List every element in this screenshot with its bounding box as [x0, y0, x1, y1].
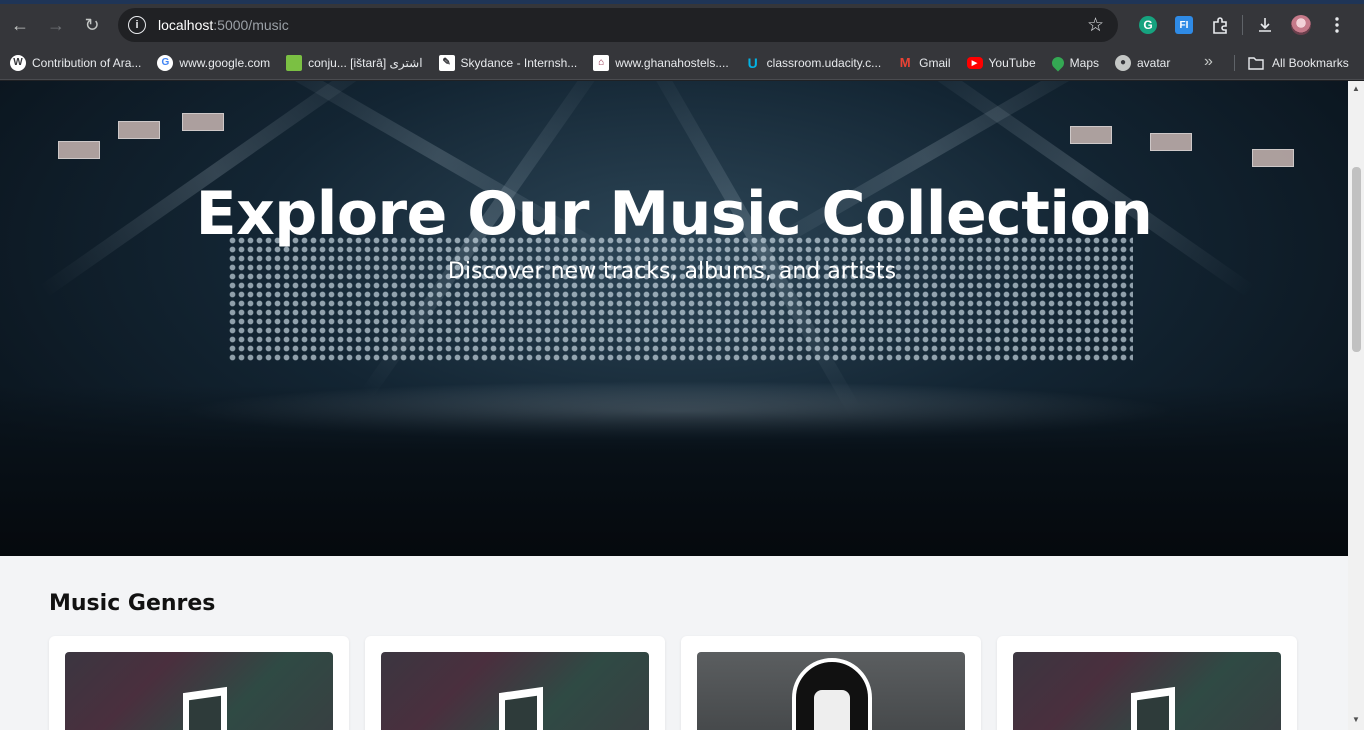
- bookmark-label: avatar: [1137, 55, 1171, 70]
- back-button[interactable]: ←: [2, 7, 38, 43]
- forward-button[interactable]: →: [38, 7, 74, 43]
- folder-icon: [1248, 57, 1264, 70]
- bookmark-label: Skydance - Internsh...: [460, 55, 578, 70]
- youtube-icon: ▶: [966, 56, 983, 69]
- browser-toolbar: ← → ↻ i localhost:5000/music ☆ G FI: [0, 4, 1364, 46]
- genres-heading: Music Genres: [49, 591, 216, 616]
- stage-light-fixture: [1150, 133, 1192, 151]
- downloads-button[interactable]: [1247, 8, 1283, 42]
- grammarly-icon: G: [1139, 16, 1157, 34]
- profile-button[interactable]: [1283, 8, 1319, 42]
- bookmark-item[interactable]: W Contribution of Ara...: [2, 49, 149, 77]
- grammarly-extension-button[interactable]: G: [1130, 8, 1166, 42]
- google-icon: G: [157, 54, 174, 71]
- music-note-image: [1013, 652, 1281, 730]
- music-note-icon: [499, 686, 543, 730]
- udacity-icon: U: [747, 54, 758, 71]
- bookmark-item[interactable]: ✎ Skydance - Internsh...: [431, 49, 586, 77]
- reload-button[interactable]: ↻: [74, 7, 110, 43]
- stage-light-fixture: [118, 121, 160, 139]
- bookmark-item[interactable]: ▶ YouTube: [959, 49, 1044, 77]
- hostel-icon: ⌂: [593, 54, 610, 71]
- bookmark-label: Gmail: [919, 55, 951, 70]
- bookmark-item[interactable]: Uclassroom.udacity.c...: [737, 49, 889, 77]
- pen-icon: ✎: [438, 54, 455, 71]
- all-bookmarks-label: All Bookmarks: [1272, 56, 1349, 70]
- scroll-up-icon[interactable]: ▲: [1351, 84, 1361, 94]
- fi-extension-icon: FI: [1175, 16, 1193, 34]
- scrollbar-thumb[interactable]: [1352, 167, 1361, 352]
- bookmark-label: Contribution of Ara...: [32, 55, 142, 70]
- genre-card[interactable]: [681, 636, 981, 730]
- stage-light-fixture: [1070, 126, 1112, 144]
- kebab-menu-icon: [1335, 17, 1339, 33]
- wordpress-icon: W: [10, 54, 26, 71]
- flag-icon: [286, 54, 303, 71]
- hero-subtitle: Discover new tracks, albums, and artists: [447, 259, 897, 284]
- bookmarks-bar: W Contribution of Ara... Gwww.google.com …: [0, 46, 1364, 80]
- bookmark-item[interactable]: ● avatar: [1107, 49, 1178, 77]
- site-info-icon[interactable]: i: [128, 16, 146, 34]
- toolbar-separator: [1242, 15, 1243, 35]
- bookmark-item[interactable]: conju... [ištarā] اشترى: [278, 49, 430, 77]
- url-text[interactable]: localhost:5000/music: [158, 17, 289, 33]
- extensions-puzzle-button[interactable]: [1202, 8, 1238, 42]
- all-bookmarks-button[interactable]: All Bookmarks: [1240, 49, 1357, 77]
- bookmark-item[interactable]: Maps: [1044, 49, 1107, 77]
- bookmark-star-icon[interactable]: ☆: [1087, 14, 1104, 37]
- bookmark-label: www.google.com: [179, 55, 271, 70]
- download-icon: [1259, 18, 1271, 32]
- scroll-down-icon[interactable]: ▼: [1351, 715, 1361, 725]
- bookmark-label: Maps: [1069, 55, 1099, 70]
- hero-banner: Explore Our Music Collection Discover ne…: [0, 81, 1348, 556]
- led-wall: [228, 236, 1133, 361]
- genre-card[interactable]: [365, 636, 665, 730]
- browser-menu-button[interactable]: [1319, 8, 1355, 42]
- stage-light-fixture: [182, 113, 224, 131]
- mask-icon: [792, 658, 872, 730]
- bookmarks-overflow-chevron-icon[interactable]: »: [1198, 49, 1219, 75]
- address-bar[interactable]: i localhost:5000/music ☆: [118, 8, 1118, 42]
- stage-light-fixture: [58, 141, 100, 159]
- stage-light-fixture: [1252, 149, 1294, 167]
- url-path: :5000/music: [213, 17, 289, 33]
- genre-cards: [49, 636, 1299, 730]
- gmail-icon: M: [899, 55, 911, 70]
- crowd-silhouette: [0, 386, 1348, 556]
- page-scrollbar[interactable]: ▲ ▼: [1348, 81, 1364, 730]
- bookmark-label: conju... [ištarā] اشترى: [308, 55, 423, 70]
- bookmark-item[interactable]: ⌂ www.ghanahostels....: [585, 49, 736, 77]
- bookmark-item[interactable]: M Gmail: [889, 49, 958, 77]
- bookmark-label: www.ghanahostels....: [615, 55, 729, 70]
- mask-photo-image: [697, 652, 965, 730]
- avatar: [1291, 15, 1311, 35]
- extensions-area: G FI: [1130, 8, 1355, 42]
- music-note-icon: [183, 686, 227, 730]
- music-note-image: [381, 652, 649, 730]
- music-note-image: [65, 652, 333, 730]
- globe-icon: ●: [1115, 54, 1131, 71]
- fi-extension-button[interactable]: FI: [1166, 8, 1202, 42]
- url-host: localhost: [158, 17, 214, 33]
- bookmark-label: classroom.udacity.c...: [766, 55, 882, 70]
- genre-card[interactable]: [49, 636, 349, 730]
- bookmarks-separator: [1234, 55, 1235, 71]
- music-note-icon: [1131, 686, 1175, 730]
- maps-icon: [1049, 54, 1067, 71]
- genre-card[interactable]: [997, 636, 1297, 730]
- puzzle-icon: [1213, 17, 1227, 34]
- hero-title: Explore Our Music Collection: [195, 179, 1153, 249]
- bookmark-label: YouTube: [988, 55, 1036, 70]
- page-viewport: Explore Our Music Collection Discover ne…: [0, 81, 1364, 730]
- bookmark-item[interactable]: Gwww.google.com: [149, 49, 278, 77]
